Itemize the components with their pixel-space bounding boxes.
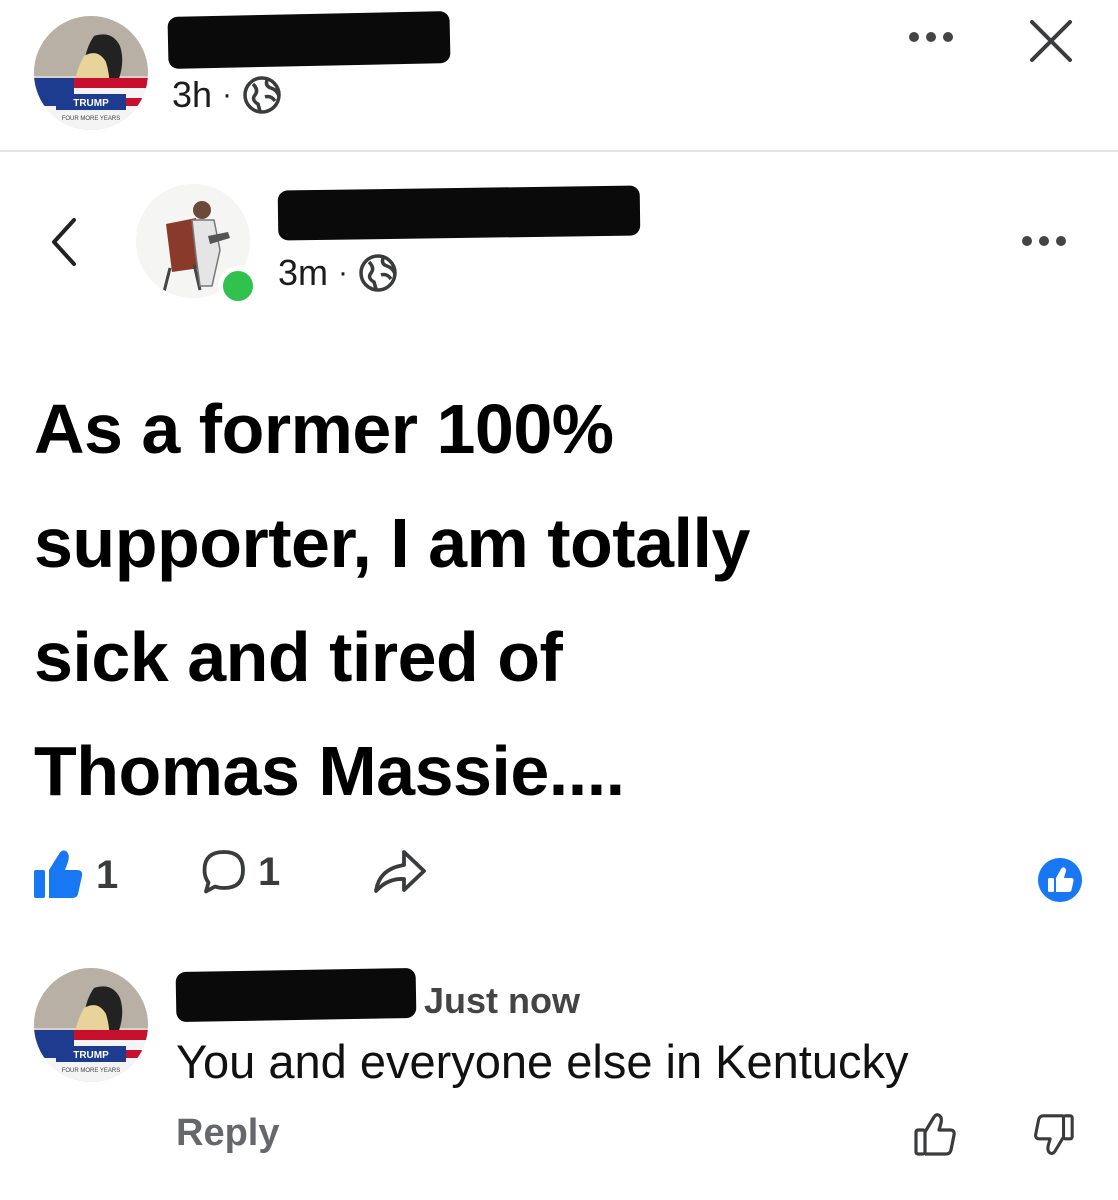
share-arrow-icon <box>370 846 430 898</box>
post-meta: 3h · <box>172 74 282 116</box>
like-reaction-badge-icon[interactable] <box>1036 856 1084 904</box>
redacted-commenter-name <box>175 967 417 1023</box>
globe-icon <box>242 75 282 115</box>
like-button[interactable]: 1 <box>30 846 118 904</box>
online-status-dot <box>218 266 258 306</box>
post-time[interactable]: 3h <box>172 74 212 116</box>
more-options-icon[interactable] <box>909 32 953 42</box>
redacted-author-name <box>277 185 641 241</box>
meta-separator: · <box>338 256 349 289</box>
chevron-left-icon[interactable] <box>44 212 84 272</box>
share-button[interactable] <box>370 846 430 898</box>
upvote-icon[interactable] <box>912 1110 960 1158</box>
post-text-line: As a former 100% <box>34 390 614 468</box>
post-view: TRUMP FOUR MORE YEARS 3h · 3m · As a for… <box>0 0 1118 1200</box>
comment-button[interactable]: 1 <box>198 846 280 898</box>
comment-count: 1 <box>258 849 281 894</box>
avatar-badge-subtext: FOUR MORE YEARS <box>62 116 121 122</box>
post-text-line: Thomas Massie.... <box>34 732 625 810</box>
post-body-text: As a former 100% supporter, I am totally… <box>34 372 1094 828</box>
reply-button[interactable]: Reply <box>176 1112 279 1155</box>
redacted-author-name <box>167 11 451 69</box>
comment-time: Just now <box>424 980 581 1021</box>
post-text-line: supporter, I am totally <box>34 504 750 582</box>
globe-icon <box>358 253 398 293</box>
post-meta: 3m · <box>278 252 398 294</box>
meta-separator: · <box>222 78 233 111</box>
close-icon[interactable] <box>1022 12 1080 70</box>
comment-text: You and everyone else in Kentucky <box>176 1035 909 1088</box>
downvote-icon[interactable] <box>1030 1112 1076 1158</box>
avatar[interactable]: TRUMP FOUR MORE YEARS <box>34 16 148 130</box>
comment-bubble-icon <box>198 846 250 898</box>
more-options-icon[interactable] <box>1022 236 1066 246</box>
avatar-badge-text: TRUMP <box>73 98 109 109</box>
avatar[interactable]: TRUMP FOUR MORE YEARS <box>34 968 148 1082</box>
thumbs-up-icon <box>30 846 88 904</box>
divider <box>0 150 1118 152</box>
avatar-badge-text: TRUMP <box>73 1050 109 1061</box>
post-time[interactable]: 3m <box>278 252 328 294</box>
like-count: 1 <box>96 852 119 897</box>
parent-post-header: TRUMP FOUR MORE YEARS 3h · <box>0 0 1118 150</box>
avatar-badge-subtext: FOUR MORE YEARS <box>62 1068 121 1074</box>
post-text-line: sick and tired of <box>34 618 563 696</box>
